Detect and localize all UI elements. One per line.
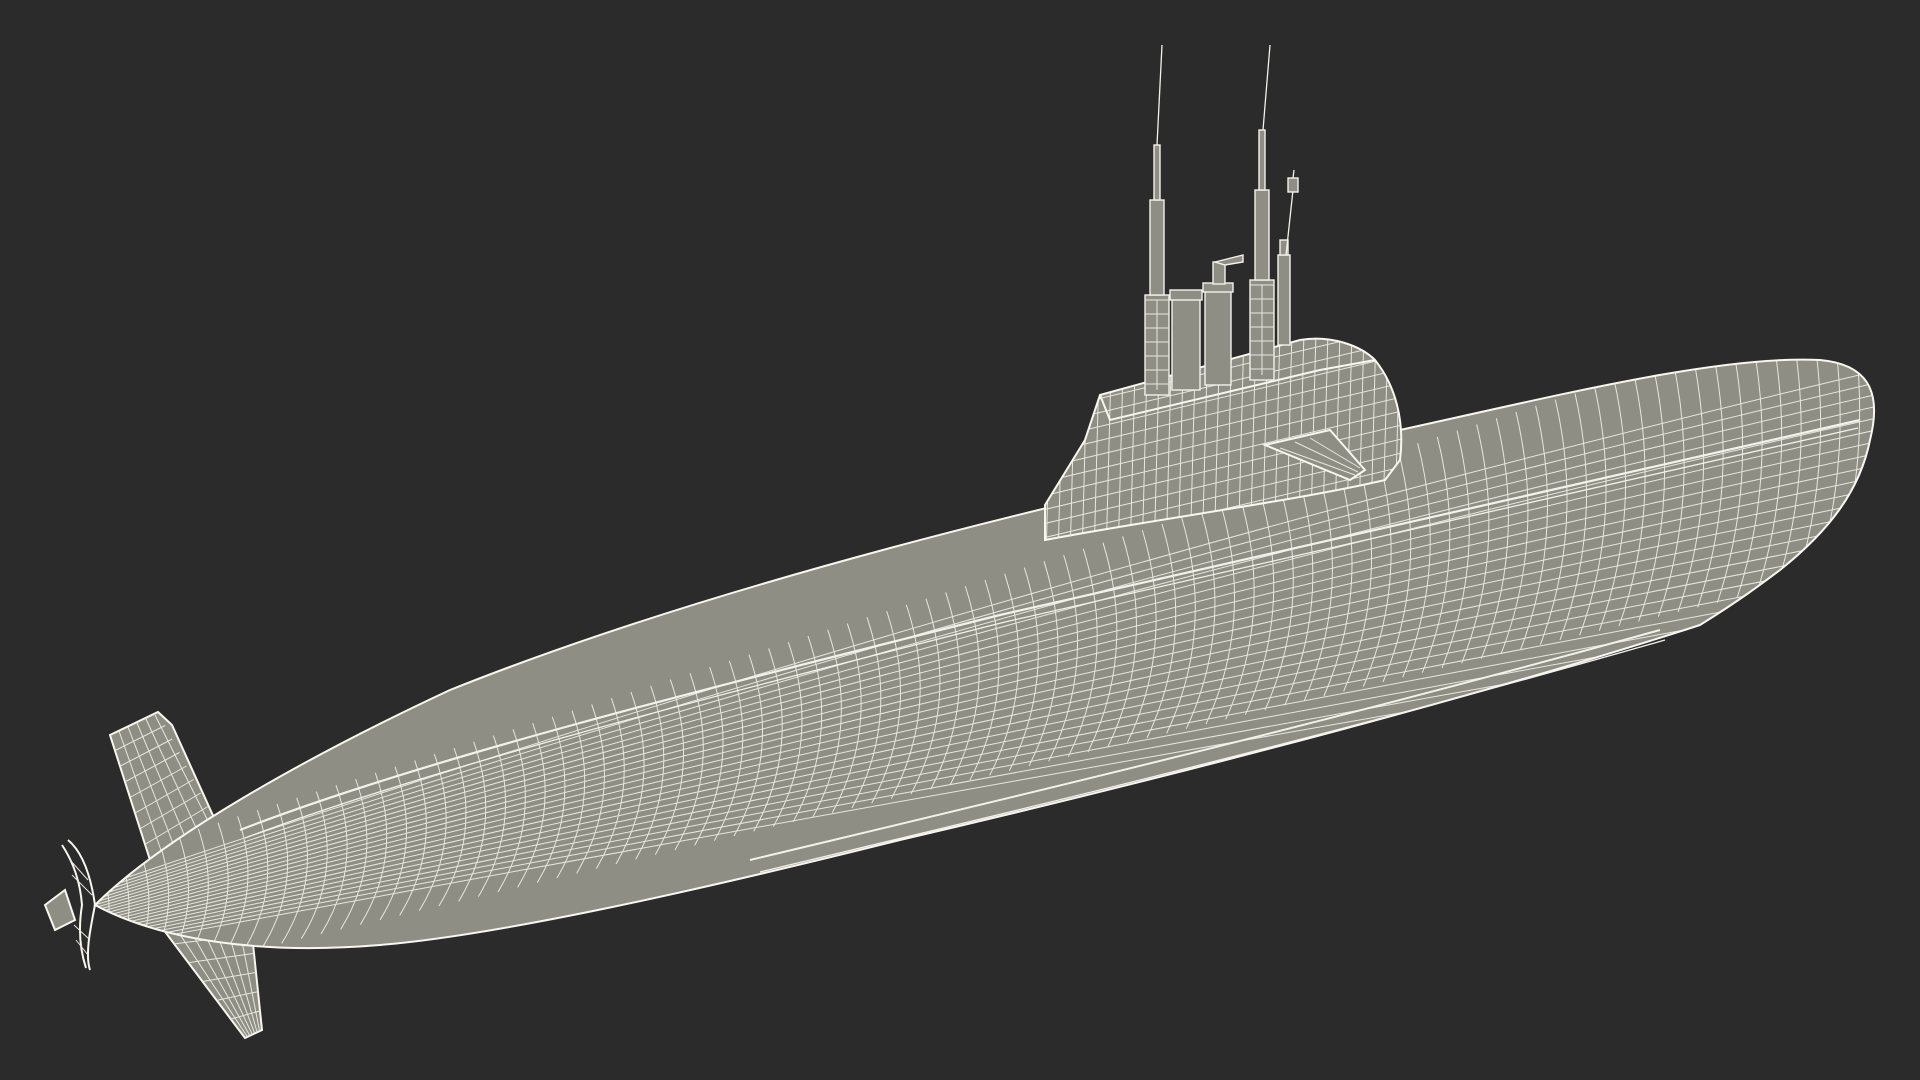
masts xyxy=(1144,44,1299,396)
hull xyxy=(93,358,1876,950)
submarine-wireframe xyxy=(43,44,1876,1040)
render-viewport xyxy=(0,0,1920,1080)
propeller xyxy=(43,839,97,971)
